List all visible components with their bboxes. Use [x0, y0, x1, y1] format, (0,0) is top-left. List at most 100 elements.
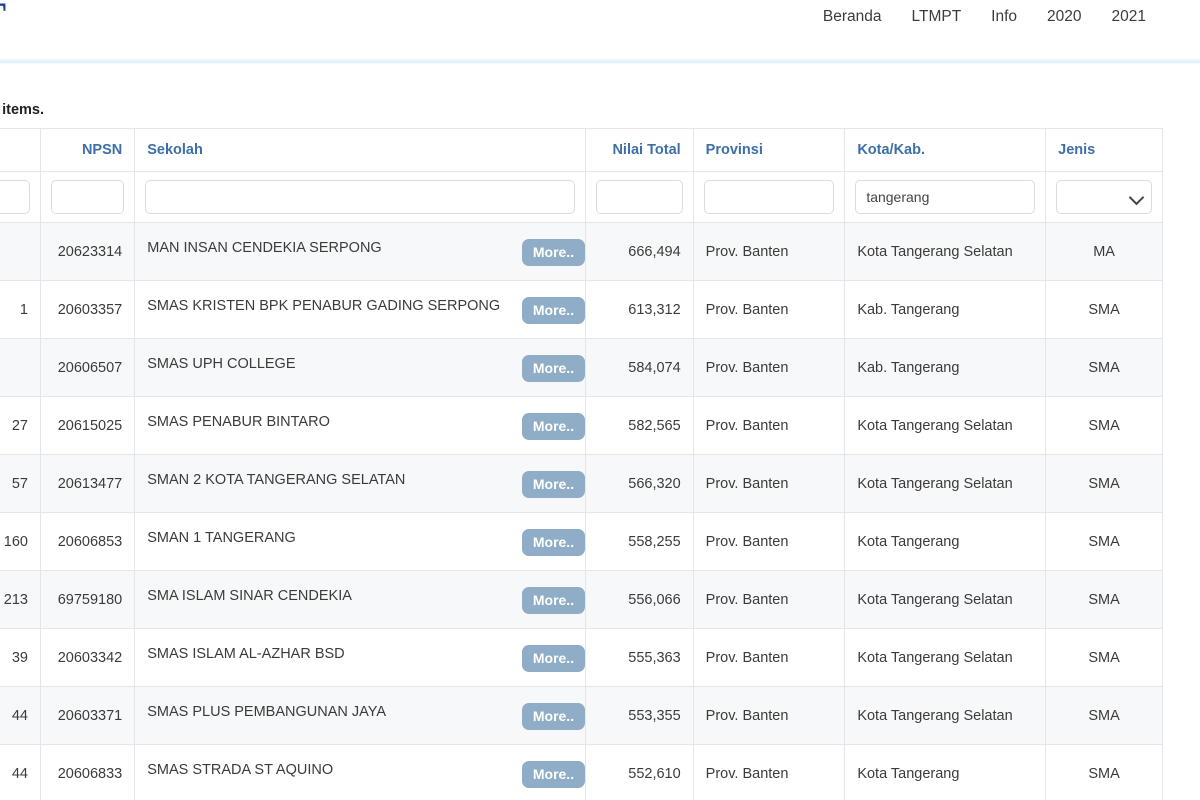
more-button[interactable]: More.. [521, 471, 586, 498]
results-table: NPSN Sekolah Nilai Total Provinsi Kota/K… [0, 128, 1163, 800]
cell-sekolah: More.. MAN INSAN CENDEKIA SERPONG [134, 222, 587, 281]
results-table-container: NPSN Sekolah Nilai Total Provinsi Kota/K… [0, 128, 1163, 800]
sekolah-name: MAN INSAN CENDEKIA SERPONG [147, 240, 382, 256]
cell-provinsi: Prov. Banten [692, 454, 846, 513]
filter-input-provinsi[interactable] [703, 180, 835, 214]
site-logo[interactable]: PT ...an tinggi [0, 0, 106, 47]
column-header-kota-kab[interactable]: Kota/Kab. [844, 128, 1047, 172]
cell-nilai-total: 582,565 [585, 396, 694, 455]
table-row[interactable]: 44 20603371 More.. SMAS PLUS PEMBANGUNAN JA… [0, 686, 1163, 745]
cell-nilai-total: 555,363 [585, 628, 694, 687]
site-header: PT ...an tinggi Beranda LTMPT Info 2020 … [0, 0, 1200, 58]
cell-nilai-total: 566,320 [585, 454, 694, 513]
cell-npsn: 20615025 [39, 396, 136, 455]
cell-npsn: 20603371 [39, 686, 136, 745]
cell-rank: 44 [0, 744, 41, 800]
table-head: NPSN Sekolah Nilai Total Provinsi Kota/K… [0, 128, 1163, 223]
cell-sekolah: More.. SMA ISLAM SINAR CENDEKIA [134, 570, 587, 629]
cell-jenis: SMA [1045, 396, 1163, 455]
table-row[interactable]: 57 20613477 More.. SMAN 2 KOTA TANGERANG SE… [0, 454, 1163, 513]
filter-input-sekolah[interactable] [145, 180, 576, 214]
cell-provinsi: Prov. Banten [692, 628, 846, 687]
cell-rank [0, 338, 41, 397]
cell-npsn: 20606833 [39, 744, 136, 800]
nav-link-info[interactable]: Info [991, 8, 1017, 26]
logo-tagline: ...an tinggi [0, 38, 106, 47]
table-row[interactable]: 20606507 More.. SMAS UPH COLLEGE 584,074 Pro… [0, 338, 1163, 397]
filter-input-rank[interactable] [0, 180, 30, 214]
more-button[interactable]: More.. [521, 761, 586, 788]
nav-link-2021[interactable]: 2021 [1112, 8, 1146, 26]
column-header-sekolah[interactable]: Sekolah [134, 128, 587, 172]
table-row[interactable]: 213 69759180 More.. SMA ISLAM SINAR CENDEKI… [0, 570, 1163, 629]
cell-provinsi: Prov. Banten [692, 512, 846, 571]
filter-input-kota-kab[interactable] [855, 180, 1036, 214]
cell-sekolah: More.. SMAS KRISTEN BPK PENABUR GADING SE… [134, 280, 587, 339]
filter-select-jenis[interactable] [1056, 180, 1152, 214]
cell-jenis: SMA [1045, 570, 1163, 629]
sekolah-name: SMAS UPH COLLEGE [147, 356, 296, 372]
more-button[interactable]: More.. [521, 645, 586, 672]
cell-kota-kab: Kota Tangerang [844, 744, 1047, 800]
more-button[interactable]: More.. [521, 703, 586, 730]
column-header-nilai-total[interactable]: Nilai Total [585, 128, 694, 172]
cell-nilai-total: 666,494 [585, 222, 694, 281]
cell-nilai-total: 552,610 [585, 744, 694, 800]
column-header-jenis[interactable]: Jenis [1045, 128, 1163, 172]
cell-jenis: SMA [1045, 338, 1163, 397]
column-header-npsn[interactable]: NPSN [39, 128, 136, 172]
cell-sekolah: More.. SMAN 2 KOTA TANGERANG SELATAN [134, 454, 587, 513]
column-header-provinsi[interactable]: Provinsi [692, 128, 846, 172]
column-header-rank[interactable] [0, 128, 41, 172]
cell-npsn: 20603357 [39, 280, 136, 339]
cell-npsn: 20606507 [39, 338, 136, 397]
table-body: 20623314 More.. MAN INSAN CENDEKIA SERPONG… [0, 222, 1163, 800]
cell-rank: 1 [0, 280, 41, 339]
nav-link-2020[interactable]: 2020 [1047, 8, 1081, 26]
cell-sekolah: More.. SMAS PENABUR BINTARO [134, 396, 587, 455]
cell-rank: 44 [0, 686, 41, 745]
cell-jenis: SMA [1045, 454, 1163, 513]
filter-cell-sekolah [134, 171, 587, 223]
filter-input-nilai-total[interactable] [596, 180, 683, 214]
cell-jenis: SMA [1045, 744, 1163, 800]
cell-kota-kab: Kota Tangerang Selatan [844, 686, 1047, 745]
table-row[interactable]: 44 20606833 More.. SMAS STRADA ST AQUINO 552… [0, 744, 1163, 800]
nav-link-ltmpt[interactable]: LTMPT [912, 8, 962, 26]
cell-nilai-total: 553,355 [585, 686, 694, 745]
sekolah-name: SMAS ISLAM AL-AZHAR BSD [147, 646, 345, 662]
cell-rank [0, 222, 41, 281]
cell-npsn: 20603342 [39, 628, 136, 687]
table-row[interactable]: 39 20603342 More.. SMAS ISLAM AL-AZHAR BSD 5… [0, 628, 1163, 687]
cell-nilai-total: 613,312 [585, 280, 694, 339]
more-button[interactable]: More.. [521, 297, 586, 324]
table-row[interactable]: 160 20606853 More.. SMAN 1 TANGERANG 558,255… [0, 512, 1163, 571]
cell-jenis: SMA [1045, 628, 1163, 687]
cell-kota-kab: Kota Tangerang Selatan [844, 222, 1047, 281]
more-button[interactable]: More.. [521, 413, 586, 440]
cell-nilai-total: 558,255 [585, 512, 694, 571]
filter-input-npsn[interactable] [50, 180, 125, 214]
more-button[interactable]: More.. [521, 355, 586, 382]
table-row[interactable]: 20623314 More.. MAN INSAN CENDEKIA SERPONG… [0, 222, 1163, 281]
cell-provinsi: Prov. Banten [692, 338, 846, 397]
table-filter-row [0, 171, 1163, 223]
nav-link-beranda[interactable]: Beranda [823, 8, 882, 26]
sekolah-name: SMAS KRISTEN BPK PENABUR GADING SERPONG [147, 298, 501, 314]
table-row[interactable]: 27 20615025 More.. SMAS PENABUR BINTARO 582,… [0, 396, 1163, 455]
cell-provinsi: Prov. Banten [692, 686, 846, 745]
main-navigation: Beranda LTMPT Info 2020 2021 [823, 8, 1200, 26]
cell-sekolah: More.. SMAS STRADA ST AQUINO [134, 744, 587, 800]
chevron-down-icon [1130, 191, 1143, 204]
cell-kota-kab: Kota Tangerang Selatan [844, 454, 1047, 513]
cell-rank: 39 [0, 628, 41, 687]
more-button[interactable]: More.. [521, 529, 586, 556]
table-row[interactable]: 1 20603357 More.. SMAS KRISTEN BPK PENABUR … [0, 280, 1163, 339]
table-header-row: NPSN Sekolah Nilai Total Provinsi Kota/K… [0, 128, 1163, 172]
cell-kota-kab: Kab. Tangerang [844, 338, 1047, 397]
cell-nilai-total: 556,066 [585, 570, 694, 629]
more-button[interactable]: More.. [521, 239, 586, 266]
sekolah-name: SMA ISLAM SINAR CENDEKIA [147, 588, 352, 604]
filter-cell-npsn [39, 171, 136, 223]
more-button[interactable]: More.. [521, 587, 586, 614]
